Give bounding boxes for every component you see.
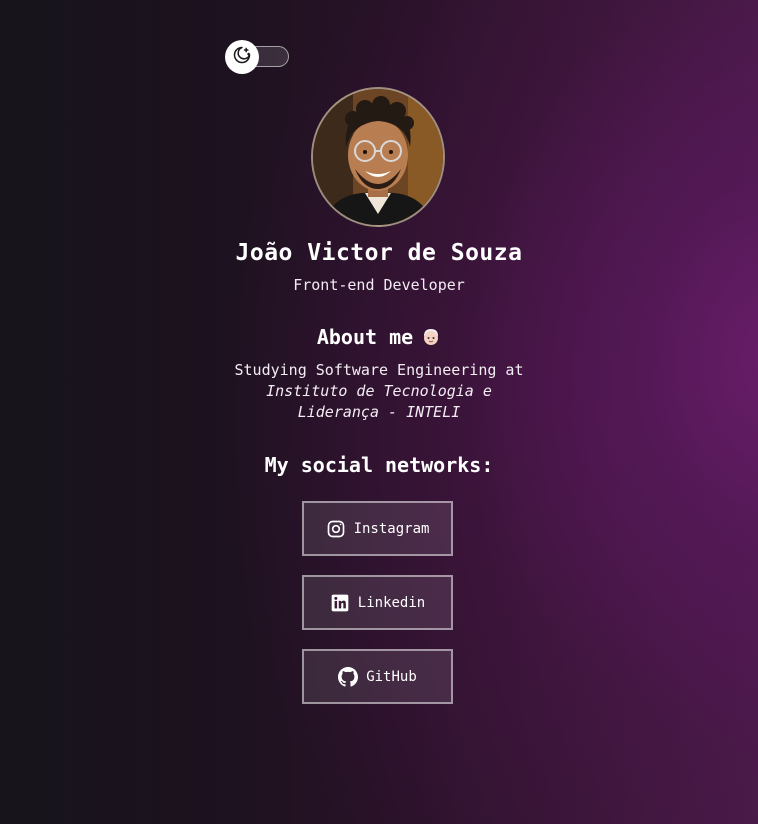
about-text: Studying Software Engineering at Institu…	[0, 360, 758, 423]
about-heading: About me	[0, 325, 758, 349]
theme-toggle[interactable]	[225, 40, 291, 74]
profile-name: João Victor de Souza	[235, 240, 523, 266]
person-emoji-icon	[421, 327, 441, 347]
github-icon	[338, 666, 359, 687]
about-text-line: Studying Software Engineering at	[234, 361, 524, 379]
instagram-button[interactable]: Instagram	[302, 501, 453, 556]
about-title: About me	[316, 325, 414, 349]
instagram-label: Instagram	[353, 520, 430, 537]
linkedin-icon	[330, 593, 350, 613]
profile-role: Front-end Developer	[293, 276, 465, 294]
toggle-knob[interactable]	[225, 40, 259, 74]
institution-line-1: Instituto de Tecnologia e	[266, 382, 492, 400]
avatar	[311, 87, 445, 227]
github-label: GitHub	[366, 668, 417, 685]
github-button[interactable]: GitHub	[302, 649, 453, 704]
instagram-icon	[326, 519, 346, 539]
linkedin-label: Linkedin	[357, 594, 426, 611]
moon-stars-icon	[232, 45, 252, 69]
institution-line-2: Liderança - INTELI	[297, 403, 461, 421]
social-heading: My social networks:	[264, 453, 494, 477]
linkedin-button[interactable]: Linkedin	[302, 575, 453, 630]
